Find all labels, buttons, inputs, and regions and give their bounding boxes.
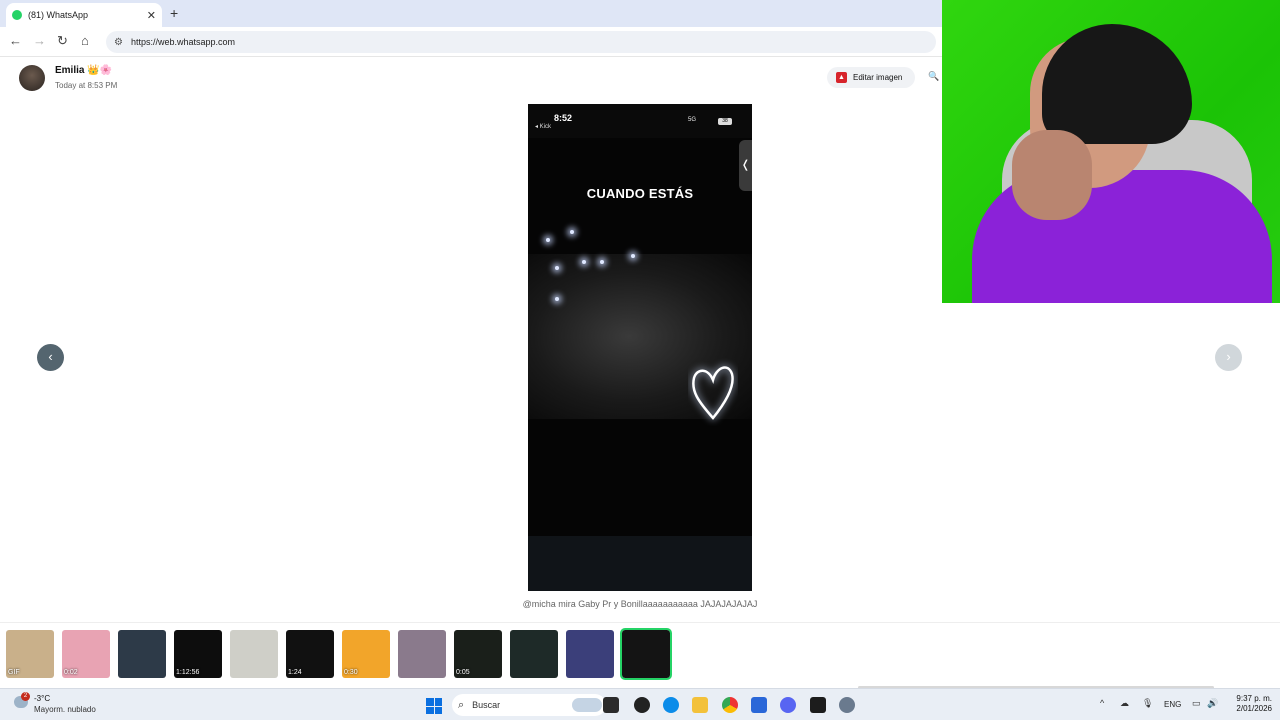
forward-arrow-icon[interactable]: → (33, 34, 46, 48)
hand (1012, 130, 1092, 220)
start-button[interactable] (426, 698, 442, 714)
task-view-icon[interactable] (603, 697, 619, 713)
side-handle-icon: ❬ (739, 140, 752, 191)
network-icon[interactable]: ▭ (1192, 698, 1201, 709)
thumbnail-badge: 0:05 (456, 669, 470, 676)
media-thumbnail[interactable] (620, 628, 672, 680)
media-thumbnail[interactable]: 0:30 (342, 630, 390, 678)
previous-media-button[interactable]: ‹ (37, 344, 64, 371)
thumbnail-badge: GIF (8, 669, 20, 676)
media-thumbnail[interactable] (230, 630, 278, 678)
windows-taskbar: 2 -3°C Mayorm. nublado ⌕ Buscar ^ ☁ 🎙 EN… (0, 688, 1280, 720)
sparkle (600, 260, 604, 264)
phone-time: 8:52 (554, 113, 573, 123)
sparkle (631, 254, 635, 258)
chrome-icon[interactable] (722, 697, 738, 713)
signal-icon: 5G (688, 117, 697, 123)
site-info-icon[interactable]: ⚙ (114, 37, 123, 48)
tray-overflow-icon[interactable]: ^ (1100, 698, 1104, 708)
media-thumbnail[interactable] (510, 630, 558, 678)
edit-image-label: Editar imagen (853, 73, 903, 82)
media-thumbnail[interactable]: 0:05 (454, 630, 502, 678)
discord-icon[interactable] (780, 697, 796, 713)
language-indicator[interactable]: ENG (1164, 700, 1181, 709)
clock-date: 2/01/2026 (1236, 704, 1272, 713)
thumbnail-badge: 0:30 (344, 669, 358, 676)
epic-games-icon[interactable] (810, 697, 826, 713)
microphone-icon[interactable]: 🎙 (1142, 698, 1153, 709)
store-icon[interactable] (751, 697, 767, 713)
settings-icon[interactable] (839, 697, 855, 713)
phone-back-label: ◂ Kick (535, 124, 552, 130)
system-clock[interactable]: 9:37 p. m. 2/01/2026 (1222, 694, 1272, 714)
back-arrow-icon[interactable]: ← (9, 34, 22, 48)
search-highlight-icon (572, 698, 602, 712)
next-media-button[interactable]: › (1215, 344, 1242, 371)
sparkle (582, 260, 586, 264)
weather-temperature[interactable]: -3°C (34, 694, 50, 703)
media-thumbnail[interactable] (118, 630, 166, 678)
notification-badge: 2 (21, 692, 30, 701)
tab-title: (81) WhatsApp (28, 10, 89, 20)
clock-time: 9:37 p. m. (1236, 694, 1272, 703)
onedrive-icon[interactable]: ☁ (1120, 698, 1129, 709)
sender-emoji: 👑🌸 (87, 65, 113, 76)
browser-toolbar: ← → ↻ ⌂ ⚙ https://web.whatsapp.com (0, 27, 942, 57)
overlay-text: CUANDO ESTÁS (586, 186, 694, 201)
media-thumbnail[interactable]: GIF (6, 630, 54, 678)
sparkle (555, 266, 559, 270)
thumbnail-badge: 0:02 (64, 669, 78, 676)
browser-tab-bar: (81) WhatsApp ✕ + (0, 0, 942, 27)
whatsapp-icon (12, 10, 22, 20)
media-thumbnail[interactable]: 1:12:56 (174, 630, 222, 678)
media-image: 8:52 ◂ Kick 5G 38 ❬ CUANDO ESTÁS (528, 104, 752, 591)
battery-icon: 38 (718, 118, 732, 125)
search-icon: ⌕ (458, 698, 465, 711)
thumbnail-strip: GIF 0:02 1:12:56 1:24 0:30 0:05 (0, 622, 1280, 686)
address-bar[interactable]: ⚙ https://web.whatsapp.com (106, 31, 936, 53)
url-text: https://web.whatsapp.com (130, 37, 236, 47)
media-thumbnail[interactable] (398, 630, 446, 678)
edit-image-button[interactable]: ▲ Editar imagen (827, 67, 915, 88)
search-label: Buscar (472, 700, 501, 710)
volume-icon[interactable]: 🔊 (1207, 698, 1218, 709)
thumbnail-badge: 1:24 (288, 669, 302, 676)
file-explorer-icon[interactable] (692, 697, 708, 713)
new-tab-button[interactable]: + (170, 5, 178, 21)
sparkle (555, 297, 559, 301)
edge-icon[interactable] (663, 697, 679, 713)
message-timestamp: Today at 8:53 PM (55, 81, 118, 90)
browser-tab-whatsapp[interactable]: (81) WhatsApp ✕ (6, 3, 162, 27)
webcam-overlay (942, 0, 1280, 303)
taskbar-search[interactable]: ⌕ Buscar (452, 694, 606, 716)
reload-icon[interactable]: ↻ (57, 34, 68, 48)
sender-name: Emilia 👑🌸 (55, 65, 113, 76)
weather-description[interactable]: Mayorm. nublado (34, 705, 96, 714)
hair (1042, 24, 1192, 144)
zoom-icon[interactable]: 🔍 (928, 71, 939, 82)
media-thumbnail[interactable]: 1:24 (286, 630, 334, 678)
heart-icon (692, 366, 734, 420)
phone-footer (528, 536, 752, 591)
avatar[interactable] (19, 65, 45, 91)
sparkle (570, 230, 574, 234)
sparkle (546, 238, 550, 242)
phone-status-bar: 8:52 ◂ Kick 5G 38 (528, 104, 752, 138)
home-icon[interactable]: ⌂ (81, 34, 89, 48)
media-thumbnail[interactable]: 0:02 (62, 630, 110, 678)
edit-icon: ▲ (836, 72, 847, 83)
thumbnail-badge: 1:12:56 (176, 669, 200, 676)
app-icon[interactable] (634, 697, 650, 713)
media-thumbnail[interactable] (566, 630, 614, 678)
close-tab-icon[interactable]: ✕ (147, 9, 156, 22)
media-caption: @micha mira Gaby Pr y Bonillaaaaaaaaaaa … (522, 599, 758, 609)
